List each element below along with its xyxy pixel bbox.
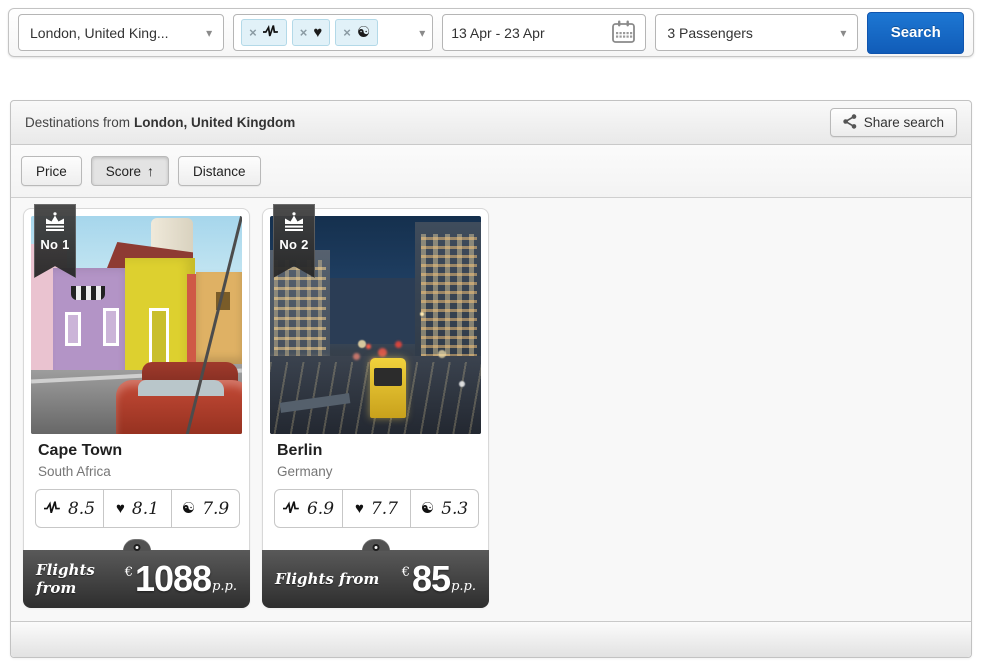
rank-label: No 1 [40,237,69,252]
passengers-dropdown[interactable]: 3 Passengers ▾ [655,14,858,51]
destination-search-page: London, United King... ▾ × × ♥ × ☯ ▾ 13 … [0,0,982,670]
chevron-down-icon: ▾ [419,27,425,39]
interest-tag-romance[interactable]: × ♥ [292,19,331,46]
price-value: € 85 p.p. [402,562,476,596]
score-value: 7.7 [371,499,398,519]
score-box: 6.9 ♥ 7.7 ☯ 5.3 [274,489,479,528]
score-value: 6.9 [307,499,334,519]
score-relaxation: ☯ 7.9 [171,490,239,527]
results-header: Destinations from London, United Kingdom… [11,101,971,145]
tag-hole [133,544,140,551]
sort-price-label: Price [36,164,67,179]
currency-symbol: € [125,565,133,580]
search-button[interactable]: Search [867,12,964,54]
sort-score-button[interactable]: Score ↑ [91,156,169,186]
country-name: South Africa [38,464,111,479]
price-label: Flights from [275,570,379,588]
tag-hole [372,544,379,551]
sort-distance-label: Distance [193,164,246,179]
per-person-label: p.p. [451,579,476,594]
date-range-value: 13 Apr - 23 Apr [451,25,544,41]
destination-card-cape-town[interactable]: No 1 Cape Town South Africa [23,208,250,608]
remove-tag-icon[interactable]: × [343,26,351,39]
score-romance: ♥ 8.1 [103,490,171,527]
search-bar: London, United King... ▾ × × ♥ × ☯ ▾ 13 … [8,8,974,57]
yinyang-icon: ☯ [421,501,434,516]
score-romance: ♥ 7.7 [342,490,410,527]
score-relaxation: ☯ 5.3 [410,490,478,527]
sort-price-button[interactable]: Price [21,156,82,186]
remove-tag-icon[interactable]: × [300,26,308,39]
currency-symbol: € [402,565,410,580]
share-icon [843,114,857,132]
score-box: 8.5 ♥ 8.1 ☯ 7.9 [35,489,240,528]
destination-cards: No 1 Cape Town South Africa [11,198,971,618]
crown-icon [42,212,68,232]
date-range-field[interactable]: 13 Apr - 23 Apr [442,14,646,51]
heart-icon: ♥ [355,501,364,516]
price-tag: Flights from € 85 p.p. [262,550,489,608]
score-activity: 6.9 [275,490,342,527]
city-name: Cape Town [38,442,122,460]
score-value: 7.9 [202,499,229,519]
calendar-icon[interactable] [610,18,637,48]
pulse-icon [44,500,61,518]
origin-value: London, United King... [30,25,169,41]
interests-multiselect[interactable]: × × ♥ × ☯ ▾ [233,14,433,51]
passengers-value: 3 Passengers [667,25,753,41]
sort-score-label: Score [106,164,141,179]
chevron-down-icon: ▾ [206,27,212,39]
results-header-prefix: Destinations from [25,115,130,130]
rank-label: No 2 [279,237,308,252]
price-label: Flights from [36,561,125,597]
heart-icon: ♥ [116,501,125,516]
results-header-origin: London, United Kingdom [134,115,295,130]
price-amount: 1088 [135,562,211,596]
arrow-up-icon: ↑ [147,163,154,179]
interest-tag-activity[interactable]: × [241,19,287,46]
sort-distance-button[interactable]: Distance [178,156,261,186]
destination-card-berlin[interactable]: No 2 Berlin Germany [262,208,489,608]
remove-tag-icon[interactable]: × [249,26,257,39]
origin-dropdown[interactable]: London, United King... ▾ [18,14,224,51]
interest-tag-relaxation[interactable]: × ☯ [335,19,378,46]
yinyang-icon: ☯ [182,501,195,516]
heart-icon: ♥ [313,25,322,40]
yinyang-icon: ☯ [357,25,370,40]
score-value: 8.5 [68,499,95,519]
score-value: 8.1 [132,499,159,519]
score-value: 5.3 [441,499,468,519]
results-panel: Destinations from London, United Kingdom… [10,100,972,658]
crown-icon [281,212,307,232]
sort-toolbar: Price Score ↑ Distance [11,145,971,198]
share-search-button[interactable]: Share search [830,108,957,137]
per-person-label: p.p. [212,579,237,594]
score-activity: 8.5 [36,490,103,527]
country-name: Germany [277,464,333,479]
share-search-label: Share search [864,115,944,130]
price-amount: 85 [412,562,450,596]
chevron-down-icon: ▾ [840,27,846,39]
panel-footer [11,621,971,657]
price-tag: Flights from € 1088 p.p. [23,550,250,608]
pulse-icon [283,500,300,518]
price-value: € 1088 p.p. [125,562,237,596]
city-name: Berlin [277,442,322,460]
pulse-icon [263,24,279,41]
